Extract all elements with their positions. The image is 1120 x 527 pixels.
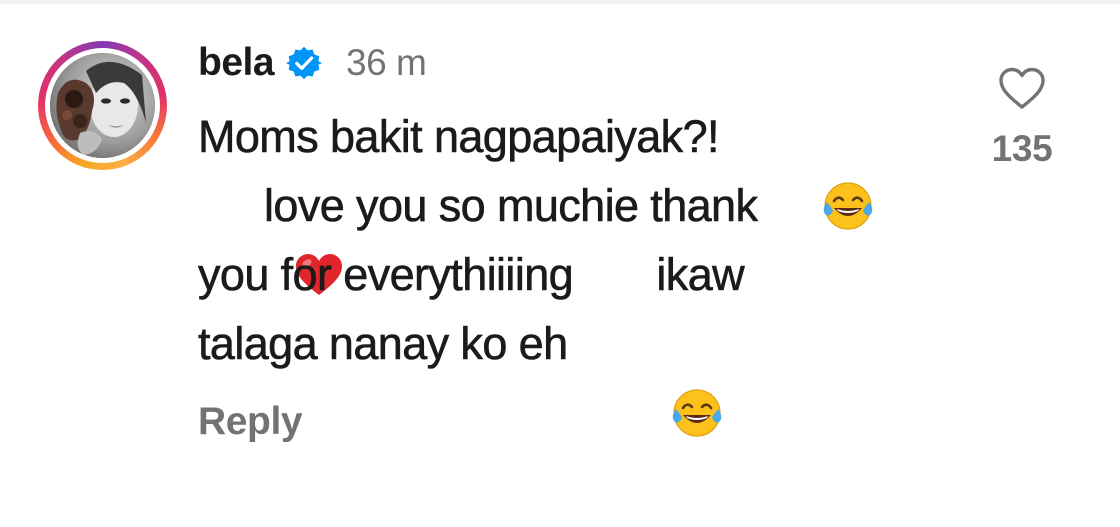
comment-header: bela 36 m bbox=[198, 38, 427, 88]
heart-outline-icon[interactable] bbox=[997, 64, 1047, 114]
like-count: 135 bbox=[991, 128, 1053, 169]
comment-line-text: talaga nanay ko eh bbox=[198, 318, 569, 370]
face-with-tears-of-joy-emoji bbox=[576, 318, 722, 437]
avatar-photo bbox=[50, 53, 155, 158]
face-with-tears-of-joy-emoji bbox=[727, 111, 873, 230]
reply-button[interactable]: Reply bbox=[198, 400, 303, 444]
comment-line-text: love you so muchie thank bbox=[264, 180, 759, 232]
comment-item: bela 36 m Moms bakit nagpapaiyak?! love … bbox=[0, 0, 1120, 491]
comment-line: Moms bakit nagpapaiyak?! bbox=[198, 102, 958, 230]
comment-timestamp: 36 m bbox=[346, 42, 427, 83]
comment-line-text: Moms bakit nagpapaiyak?! bbox=[198, 111, 720, 163]
verified-badge-icon bbox=[286, 45, 323, 81]
story-ring-avatar[interactable] bbox=[38, 41, 167, 170]
avatar bbox=[50, 53, 155, 158]
comment-body: Moms bakit nagpapaiyak?! love you so muc… bbox=[198, 102, 958, 437]
comment-line-text: you for everythiiiing ikaw bbox=[198, 249, 745, 301]
comment-line: talaga nanay ko eh bbox=[198, 309, 958, 437]
comment-line: you for everythiiiing ikaw bbox=[198, 240, 958, 309]
red-heart-emoji bbox=[198, 180, 343, 295]
like-column: 135 bbox=[978, 64, 1066, 170]
username[interactable]: bela bbox=[198, 41, 275, 85]
